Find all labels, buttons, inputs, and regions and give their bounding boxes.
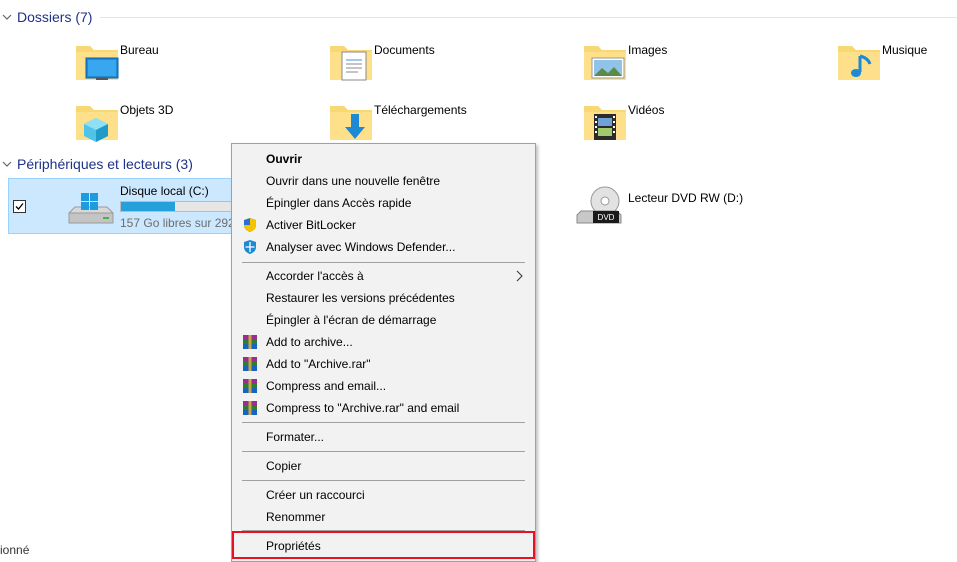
menu-item-add-archive-rar[interactable]: Add to "Archive.rar" <box>234 353 533 375</box>
folder-documents[interactable]: Documents <box>328 40 568 90</box>
menu-item-label: Formater... <box>266 430 325 444</box>
menu-item-pin-quick-access[interactable]: Épingler dans Accès rapide <box>234 192 533 214</box>
folder-label: Bureau <box>120 43 159 57</box>
chevron-right-icon <box>516 270 523 282</box>
menu-item-label: Ouvrir <box>266 152 303 166</box>
menu-item-bitlocker[interactable]: Activer BitLocker <box>234 214 533 236</box>
folder-bureau[interactable]: Bureau <box>74 40 314 90</box>
folder-label: Musique <box>882 43 928 57</box>
menu-item-label: Accorder l'accès à <box>266 269 364 283</box>
winrar-icon <box>243 335 257 349</box>
dvd-drive-icon: DVD <box>576 186 622 224</box>
folders-section-header[interactable]: Dossiers (7) <box>0 7 957 27</box>
folder-label: Téléchargements <box>374 103 467 117</box>
pictures-folder-icon <box>584 46 626 80</box>
drive-name: Disque local (C:) <box>120 184 209 198</box>
3d-objects-folder-icon <box>76 106 118 142</box>
folders-section-title: Dossiers (7) <box>17 9 93 25</box>
shield-icon <box>244 218 256 232</box>
menu-item-label: Ouvrir dans une nouvelle fenêtre <box>266 174 441 188</box>
downloads-folder-icon <box>330 106 372 140</box>
menu-item-format[interactable]: Formater... <box>234 426 533 448</box>
menu-item-label: Restaurer les versions précédentes <box>266 291 455 305</box>
folder-images[interactable]: Images <box>582 40 822 90</box>
drive-local-c[interactable]: Disque local (C:) 157 Go libres sur 292 <box>8 178 240 234</box>
menu-item-create-shortcut[interactable]: Créer un raccourci <box>234 484 533 506</box>
folder-musique[interactable]: Musique <box>836 40 957 90</box>
menu-item-label: Analyser avec Windows Defender... <box>266 240 456 254</box>
menu-separator <box>242 451 525 452</box>
menu-item-restore-versions[interactable]: Restaurer les versions précédentes <box>234 287 533 309</box>
documents-folder-icon <box>330 46 372 81</box>
folder-label: Images <box>628 43 668 57</box>
checkmark-icon <box>15 203 24 210</box>
menu-item-give-access[interactable]: Accorder l'accès à <box>234 265 533 287</box>
devices-section-title: Périphériques et lecteurs (3) <box>17 156 193 172</box>
drive-usage-bar <box>120 201 240 212</box>
folder-label: Objets 3D <box>120 103 174 117</box>
menu-item-defender[interactable]: Analyser avec Windows Defender... <box>234 236 533 258</box>
hard-drive-icon <box>68 193 114 224</box>
menu-separator <box>242 422 525 423</box>
menu-item-label: Compress and email... <box>266 379 387 393</box>
menu-item-label: Épingler dans Accès rapide <box>266 196 412 210</box>
menu-item-compress-rar-email[interactable]: Compress to "Archive.rar" and email <box>234 397 533 419</box>
drive-usage-fill <box>121 202 176 211</box>
section-divider <box>100 17 957 18</box>
menu-item-label: Créer un raccourci <box>266 488 365 502</box>
menu-item-label: Compress to "Archive.rar" and email <box>266 401 460 415</box>
chevron-down-icon[interactable] <box>2 159 12 169</box>
menu-item-label: Épingler à l'écran de démarrage <box>266 313 437 327</box>
drive-free-space: 157 Go libres sur 292 <box>120 216 235 230</box>
desktop-folder-icon <box>76 46 119 80</box>
menu-item-label: Copier <box>266 459 302 473</box>
menu-separator <box>242 262 525 263</box>
menu-item-pin-start[interactable]: Épingler à l'écran de démarrage <box>234 309 533 331</box>
status-bar-text: ionné <box>0 543 30 557</box>
music-folder-icon <box>838 46 880 80</box>
menu-item-rename[interactable]: Renommer <box>234 506 533 528</box>
menu-item-label: Activer BitLocker <box>266 218 357 232</box>
winrar-icon <box>243 379 257 393</box>
menu-item-label: Renommer <box>266 510 326 524</box>
menu-item-label: Add to "Archive.rar" <box>266 357 371 371</box>
menu-item-ouvrir[interactable]: Ouvrir <box>234 148 533 170</box>
dvd-disc-label: DVD <box>598 213 615 222</box>
menu-item-label: Propriétés <box>266 539 321 553</box>
winrar-icon <box>243 357 257 371</box>
menu-item-compress-email[interactable]: Compress and email... <box>234 375 533 397</box>
folder-label: Vidéos <box>628 103 665 117</box>
menu-item-open-new-window[interactable]: Ouvrir dans une nouvelle fenêtre <box>234 170 533 192</box>
drive-dvd-d[interactable]: DVD Lecteur DVD RW (D:) <box>575 185 815 233</box>
chevron-down-icon[interactable] <box>2 12 12 22</box>
menu-item-copy[interactable]: Copier <box>234 455 533 477</box>
videos-folder-icon <box>584 106 626 140</box>
menu-item-properties[interactable]: Propriétés <box>232 531 535 559</box>
menu-item-add-archive[interactable]: Add to archive... <box>234 331 533 353</box>
menu-separator <box>242 480 525 481</box>
folder-label: Documents <box>374 43 435 57</box>
defender-icon <box>244 240 256 254</box>
winrar-icon <box>243 401 257 415</box>
context-menu: Ouvrir Ouvrir dans une nouvelle fenêtre … <box>231 143 536 562</box>
drive-name: Lecteur DVD RW (D:) <box>628 191 744 205</box>
selection-checkbox[interactable] <box>13 200 26 213</box>
folder-videos[interactable]: Vidéos <box>582 100 822 150</box>
menu-item-label: Add to archive... <box>266 335 353 349</box>
